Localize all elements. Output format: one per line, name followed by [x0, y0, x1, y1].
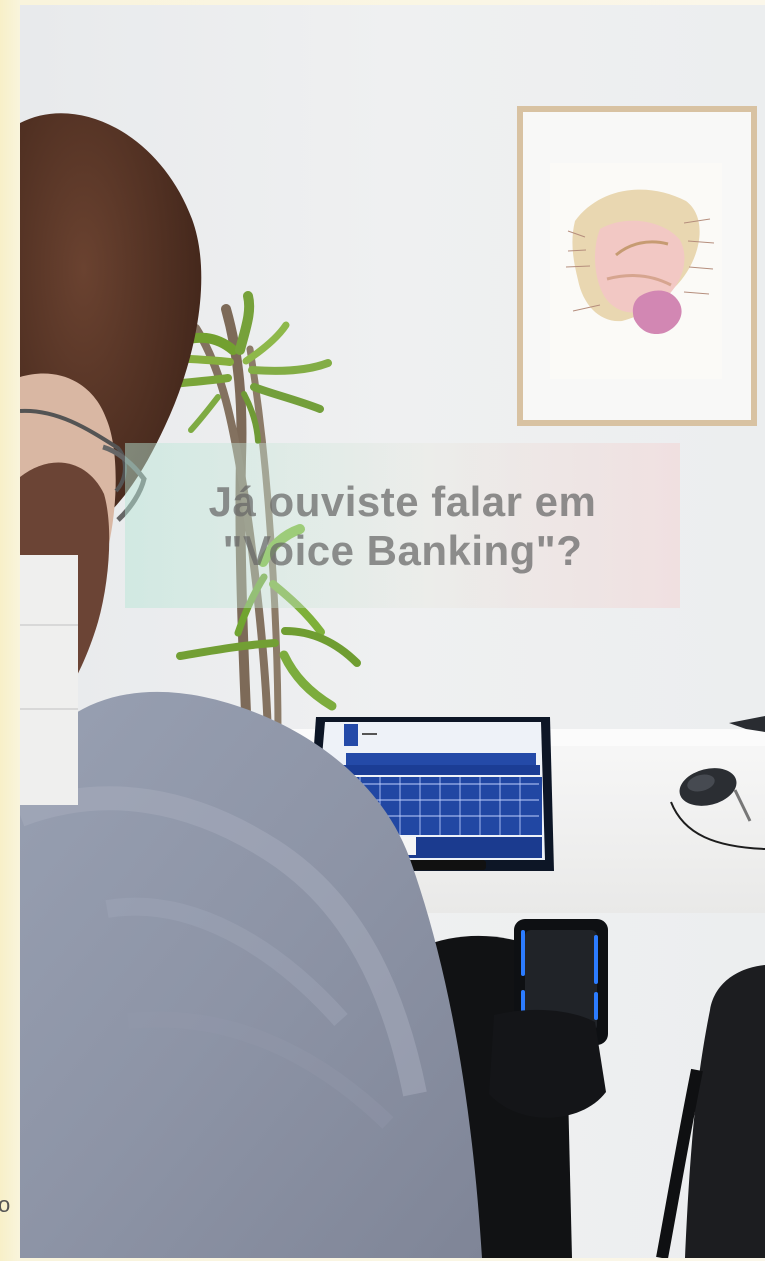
- question-text: Já ouviste falar em "Voice Banking"?: [143, 477, 663, 575]
- question-line-1: Já ouviste falar em: [208, 477, 597, 525]
- framed-art-icon: [517, 106, 757, 426]
- video-frame: o Já ouviste falar em "Voice Banking"?: [0, 0, 765, 1261]
- side-label-o: o: [0, 1192, 11, 1217]
- question-overlay: Já ouviste falar em "Voice Banking"?: [125, 443, 680, 608]
- question-line-2: "Voice Banking"?: [222, 526, 583, 574]
- scene-svg: III: [20, 5, 765, 1258]
- drawer-cabinet: [20, 555, 78, 805]
- photo-scene: III: [20, 5, 765, 1258]
